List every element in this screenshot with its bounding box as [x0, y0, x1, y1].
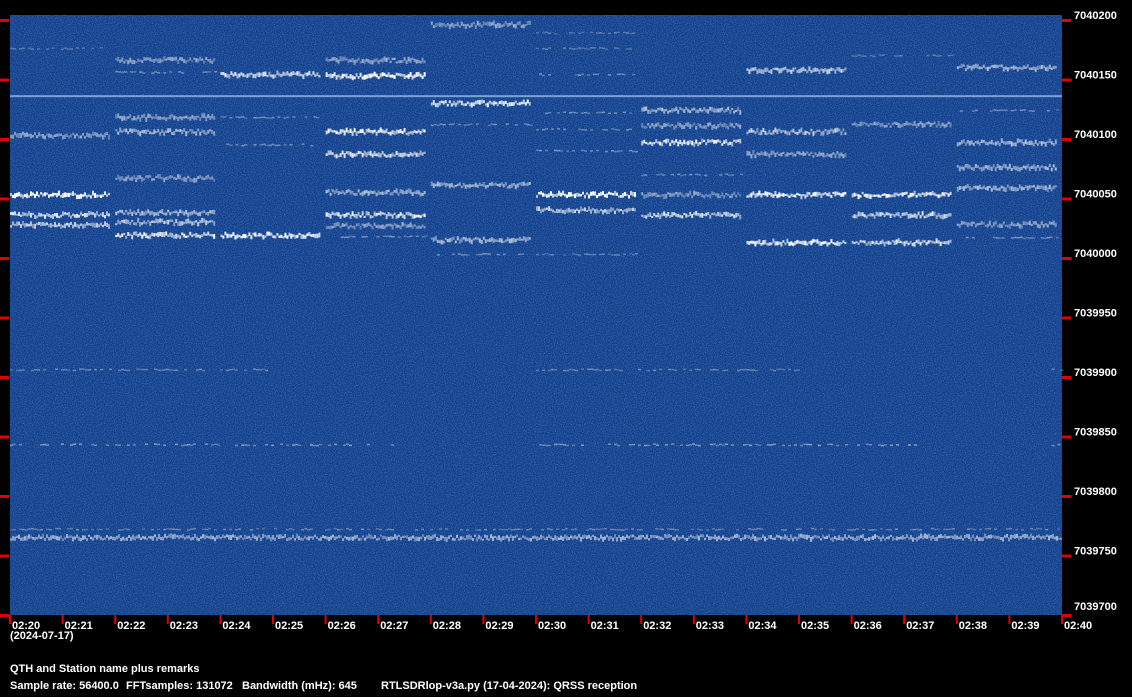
x-tick [535, 615, 537, 624]
x-tick-label: 02:30 [538, 620, 566, 632]
spectrogram-chart: 7040200 7040150 7040100 7040050 7040000 70399… [0, 10, 1117, 632]
y-tick-label: 7039850 [1074, 427, 1117, 439]
y-tick-left [0, 614, 9, 617]
x-tick [377, 615, 380, 624]
remarks-label: QTH and Station name plus remarks [10, 663, 200, 675]
x-tick-label: 02:40 [1064, 620, 1092, 632]
y-tick-label: 7039700 [1074, 601, 1117, 613]
x-tick [9, 615, 11, 624]
y-tick-label: 7039750 [1074, 546, 1117, 558]
x-axis: 02:20 02:21 02:22 02:23 02:24 02:25 02:26 02:27… [9, 615, 1092, 632]
x-tick-label: 02:32 [643, 620, 671, 632]
bandwidth-label: Bandwidth (mHz): 645 [242, 680, 357, 692]
x-tick [429, 615, 432, 624]
y-tick-left [0, 316, 9, 320]
x-tick [324, 615, 327, 624]
x-tick [1008, 615, 1011, 624]
x-tick [798, 615, 800, 624]
x-tick [692, 615, 695, 624]
waterfall-noise [10, 15, 1062, 615]
y-tick-label: 7039800 [1074, 486, 1117, 498]
x-tick-label: 02:35 [801, 620, 829, 632]
y-tick-right [1062, 197, 1071, 201]
x-tick [1061, 615, 1063, 624]
x-tick-label: 02:38 [959, 620, 987, 632]
x-tick-label: 02:28 [433, 620, 461, 632]
x-tick [61, 615, 64, 624]
y-tick-left [0, 554, 9, 558]
software-label: RTLSDRlop-v3a.py (17-04-2024): QRSS rece… [381, 680, 638, 692]
y-tick-left [0, 495, 9, 498]
y-tick-left [0, 376, 9, 379]
y-tick-label: 7040000 [1074, 248, 1117, 260]
x-tick-label: 02:33 [696, 620, 724, 632]
x-tick-label: 02:39 [1011, 620, 1039, 632]
x-tick-label: 02:31 [591, 620, 619, 632]
x-tick [166, 615, 169, 624]
x-tick [850, 615, 853, 624]
y-tick-label: 7040200 [1074, 10, 1117, 22]
x-tick [640, 615, 643, 624]
y-tick-right [1062, 78, 1071, 82]
x-tick-label: 02:37 [906, 620, 934, 632]
y-tick-label: 7040050 [1074, 189, 1117, 201]
x-tick-label: 02:36 [854, 620, 882, 632]
y-tick-right [1062, 257, 1071, 260]
y-tick-label: 7040100 [1074, 129, 1117, 141]
x-tick [272, 615, 274, 624]
x-tick [219, 615, 222, 624]
y-tick-right [1062, 138, 1071, 141]
x-tick-label: 02:27 [380, 620, 408, 632]
y-tick-left [0, 19, 9, 22]
x-tick-label: 02:26 [328, 620, 356, 632]
y-tick-right [1062, 19, 1071, 22]
y-tick-right [1062, 495, 1071, 498]
x-tick [482, 615, 485, 624]
x-tick-label: 02:29 [485, 620, 513, 632]
x-tick-label: 02:23 [170, 620, 198, 632]
y-tick-right [1062, 435, 1071, 439]
x-tick [903, 615, 906, 624]
x-tick [587, 615, 590, 624]
fft-samples-label: FFTsamples: 131072 [126, 680, 233, 692]
y-tick-label: 7040150 [1074, 70, 1117, 82]
y-tick-label: 7039900 [1074, 367, 1117, 379]
y-tick-left [0, 435, 9, 439]
x-tick [955, 615, 958, 624]
y-tick-left [0, 138, 9, 141]
x-tick-label: 02:22 [117, 620, 145, 632]
y-tick-right [1062, 614, 1071, 617]
signal-trace [10, 95, 1062, 98]
x-tick [114, 615, 117, 624]
y-tick-right [1062, 376, 1071, 379]
y-tick-left [0, 257, 9, 260]
x-tick [745, 615, 748, 624]
sample-rate-label: Sample rate: 56400.0 [10, 680, 119, 692]
x-tick-label: 02:24 [222, 620, 251, 632]
x-tick-label: 02:25 [275, 620, 303, 632]
y-tick-left [0, 197, 9, 201]
x-tick-label: 02:34 [748, 620, 777, 632]
y-tick-label: 7039950 [1074, 308, 1117, 320]
y-tick-right [1062, 316, 1071, 320]
date-label: (2024-07-17) [10, 630, 74, 642]
y-tick-right [1062, 554, 1071, 558]
y-tick-left [0, 78, 9, 82]
